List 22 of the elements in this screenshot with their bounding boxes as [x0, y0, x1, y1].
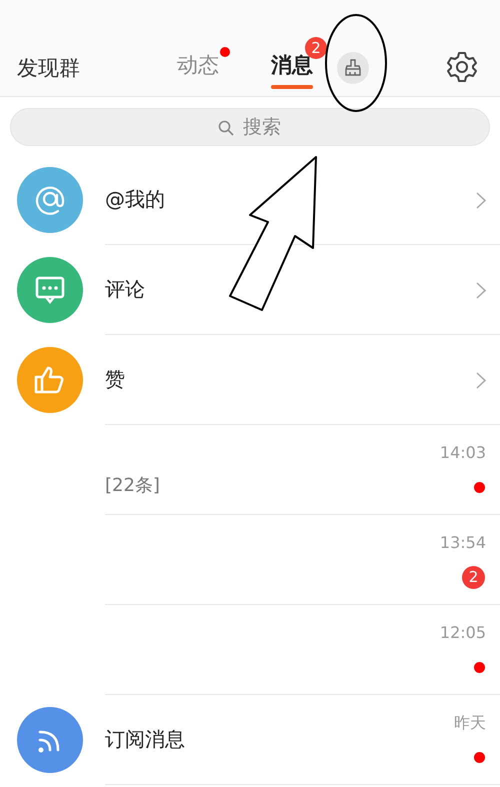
message-preview: [22条]: [105, 474, 160, 496]
unread-badge: 2: [462, 566, 485, 589]
settings-icon[interactable]: [446, 51, 478, 83]
item-title[interactable]: 赞: [105, 366, 125, 393]
item-title[interactable]: @我的: [105, 186, 165, 213]
message-time: 12:05: [440, 623, 486, 642]
chevron-right-icon: [476, 192, 486, 209]
item-title[interactable]: 订阅消息: [105, 726, 185, 753]
thumbs-up-icon: [17, 347, 83, 413]
chevron-right-icon: [476, 372, 486, 389]
message-time: 昨天: [454, 713, 486, 734]
message-time: 14:03: [440, 443, 486, 462]
signal-waves-icon: [17, 707, 83, 773]
item-title[interactable]: 评论: [105, 276, 145, 303]
search-field[interactable]: 搜索: [10, 108, 490, 146]
chevron-right-icon: [476, 282, 486, 299]
search-icon: [218, 120, 234, 136]
speech-bubble-icon: [17, 257, 83, 323]
broom-icon[interactable]: [337, 52, 369, 84]
at-sign-icon: [17, 167, 83, 233]
tab[interactable]: 发现群: [17, 54, 177, 82]
message-time: 13:54: [440, 533, 486, 552]
